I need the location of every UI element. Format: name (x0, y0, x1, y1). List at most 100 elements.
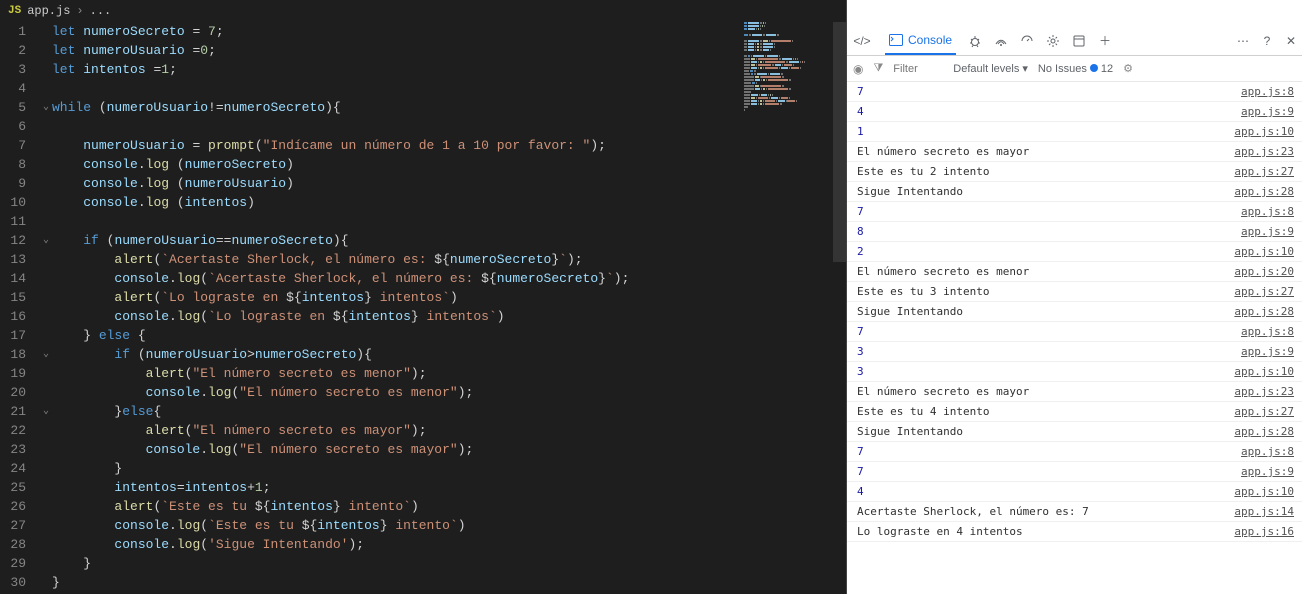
code-content[interactable]: let numeroSecreto = 7;let numeroUsuario … (52, 22, 846, 594)
console-source-link[interactable]: app.js:8 (1241, 325, 1294, 338)
code-line[interactable] (52, 79, 846, 98)
console-source-link[interactable]: app.js:10 (1234, 485, 1294, 498)
bug-icon[interactable] (968, 34, 982, 48)
performance-icon[interactable] (1020, 34, 1034, 48)
console-row[interactable]: El número secreto es menorapp.js:20 (847, 262, 1302, 282)
code-line[interactable]: let numeroSecreto = 7; (52, 22, 846, 41)
code-line[interactable]: } (52, 573, 846, 592)
console-row[interactable]: 7app.js:8 (847, 322, 1302, 342)
console-source-link[interactable]: app.js:14 (1234, 505, 1294, 518)
console-source-link[interactable]: app.js:8 (1241, 205, 1294, 218)
add-tab-icon[interactable]: ＋ (1098, 34, 1112, 48)
code-line[interactable]: if (numeroUsuario==numeroSecreto){ (52, 231, 846, 250)
console-row[interactable]: 7app.js:8 (847, 442, 1302, 462)
code-line[interactable]: console.log('Sigue Intentando'); (52, 535, 846, 554)
console-row[interactable]: Este es tu 2 intentoapp.js:27 (847, 162, 1302, 182)
filter-icon[interactable]: ⧩ (873, 62, 883, 75)
console-source-link[interactable]: app.js:23 (1234, 385, 1294, 398)
more-icon[interactable]: ⋯ (1236, 34, 1250, 48)
console-source-link[interactable]: app.js:27 (1234, 165, 1294, 178)
console-row[interactable]: 2app.js:10 (847, 242, 1302, 262)
console-row[interactable]: 4app.js:9 (847, 102, 1302, 122)
console-source-link[interactable]: app.js:10 (1234, 365, 1294, 378)
console-row[interactable]: 1app.js:10 (847, 122, 1302, 142)
settings-gear-icon[interactable] (1046, 34, 1060, 48)
console-row[interactable]: Sigue Intentandoapp.js:28 (847, 182, 1302, 202)
code-line[interactable]: alert(`Acertaste Sherlock, el número es:… (52, 250, 846, 269)
console-row[interactable]: Sigue Intentandoapp.js:28 (847, 302, 1302, 322)
console-row[interactable]: 4app.js:10 (847, 482, 1302, 502)
scrollbar[interactable] (833, 22, 846, 262)
fold-chevron-icon[interactable]: ⌄ (40, 402, 52, 421)
code-line[interactable]: } (52, 554, 846, 573)
code-line[interactable]: if (numeroUsuario>numeroSecreto){ (52, 345, 846, 364)
console-source-link[interactable]: app.js:23 (1234, 145, 1294, 158)
console-source-link[interactable]: app.js:28 (1234, 305, 1294, 318)
console-output[interactable]: 7app.js:84app.js:91app.js:10El número se… (847, 82, 1302, 594)
filter-input[interactable] (893, 63, 943, 75)
console-row[interactable]: 7app.js:8 (847, 202, 1302, 222)
tab-elements[interactable]: </> (851, 27, 873, 55)
code-line[interactable]: console.log (numeroSecreto) (52, 155, 846, 174)
levels-dropdown[interactable]: Default levels ▾ (953, 62, 1028, 75)
code-line[interactable]: numeroUsuario = prompt("Indícame un núme… (52, 136, 846, 155)
console-source-link[interactable]: app.js:10 (1234, 125, 1294, 138)
code-line[interactable]: console.log(`Este es tu ${intentos} inte… (52, 516, 846, 535)
fold-chevron-icon[interactable]: ⌄ (40, 345, 52, 364)
code-line[interactable]: } else { (52, 326, 846, 345)
console-source-link[interactable]: app.js:9 (1241, 105, 1294, 118)
code-line[interactable]: console.log(`Acertaste Sherlock, el núme… (52, 269, 846, 288)
close-icon[interactable]: ✕ (1284, 34, 1298, 48)
code-line[interactable] (52, 117, 846, 136)
console-row[interactable]: 7app.js:9 (847, 462, 1302, 482)
console-source-link[interactable]: app.js:10 (1234, 245, 1294, 258)
console-row[interactable]: 7app.js:8 (847, 82, 1302, 102)
console-settings-icon[interactable]: ⚙ (1123, 62, 1133, 75)
file-name[interactable]: app.js (27, 4, 70, 18)
network-icon[interactable] (994, 34, 1008, 48)
console-source-link[interactable]: app.js:27 (1234, 405, 1294, 418)
code-line[interactable]: console.log (numeroUsuario) (52, 174, 846, 193)
console-source-link[interactable]: app.js:20 (1234, 265, 1294, 278)
code-line[interactable]: let numeroUsuario =0; (52, 41, 846, 60)
console-row[interactable]: 3app.js:10 (847, 362, 1302, 382)
tab-console[interactable]: Console (885, 27, 956, 55)
code-line[interactable]: console.log("El número secreto es mayor"… (52, 440, 846, 459)
breadcrumb-rest[interactable]: ... (90, 4, 112, 18)
code-line[interactable]: alert("El número secreto es menor"); (52, 364, 846, 383)
console-source-link[interactable]: app.js:16 (1234, 525, 1294, 538)
console-source-link[interactable]: app.js:9 (1241, 225, 1294, 238)
code-line[interactable]: console.log(`Lo lograste en ${intentos} … (52, 307, 846, 326)
console-row[interactable]: El número secreto es mayorapp.js:23 (847, 382, 1302, 402)
console-row[interactable]: Este es tu 3 intentoapp.js:27 (847, 282, 1302, 302)
console-source-link[interactable]: app.js:8 (1241, 85, 1294, 98)
code-line[interactable]: console.log("El número secreto es menor"… (52, 383, 846, 402)
console-source-link[interactable]: app.js:28 (1234, 425, 1294, 438)
console-row[interactable]: Sigue Intentandoapp.js:28 (847, 422, 1302, 442)
no-issues-label[interactable]: No Issues 12 (1038, 63, 1113, 75)
console-row[interactable]: 8app.js:9 (847, 222, 1302, 242)
code-line[interactable]: } (52, 459, 846, 478)
code-line[interactable]: intentos=intentos+1; (52, 478, 846, 497)
console-row[interactable]: Este es tu 4 intentoapp.js:27 (847, 402, 1302, 422)
console-source-link[interactable]: app.js:9 (1241, 465, 1294, 478)
console-row[interactable]: 3app.js:9 (847, 342, 1302, 362)
console-row[interactable]: Acertaste Sherlock, el número es: 7app.j… (847, 502, 1302, 522)
fold-chevron-icon[interactable]: ⌄ (40, 98, 52, 117)
code-line[interactable]: console.log (intentos) (52, 193, 846, 212)
code-line[interactable]: while (numeroUsuario!=numeroSecreto){ (52, 98, 846, 117)
application-icon[interactable] (1072, 34, 1086, 48)
code-line[interactable]: alert("El número secreto es mayor"); (52, 421, 846, 440)
code-line[interactable]: }else{ (52, 402, 846, 421)
code-line[interactable] (52, 212, 846, 231)
console-row[interactable]: El número secreto es mayorapp.js:23 (847, 142, 1302, 162)
help-icon[interactable]: ? (1260, 34, 1274, 48)
code-area[interactable]: 1234567891011121314151617181920212223242… (0, 22, 846, 594)
console-source-link[interactable]: app.js:28 (1234, 185, 1294, 198)
console-source-link[interactable]: app.js:8 (1241, 445, 1294, 458)
console-source-link[interactable]: app.js:27 (1234, 285, 1294, 298)
code-line[interactable]: alert(`Este es tu ${intentos} intento`) (52, 497, 846, 516)
fold-column[interactable]: ⌄⌄⌄⌄ (40, 22, 52, 594)
live-expression-icon[interactable]: ◉ (853, 62, 863, 76)
code-line[interactable]: let intentos =1; (52, 60, 846, 79)
